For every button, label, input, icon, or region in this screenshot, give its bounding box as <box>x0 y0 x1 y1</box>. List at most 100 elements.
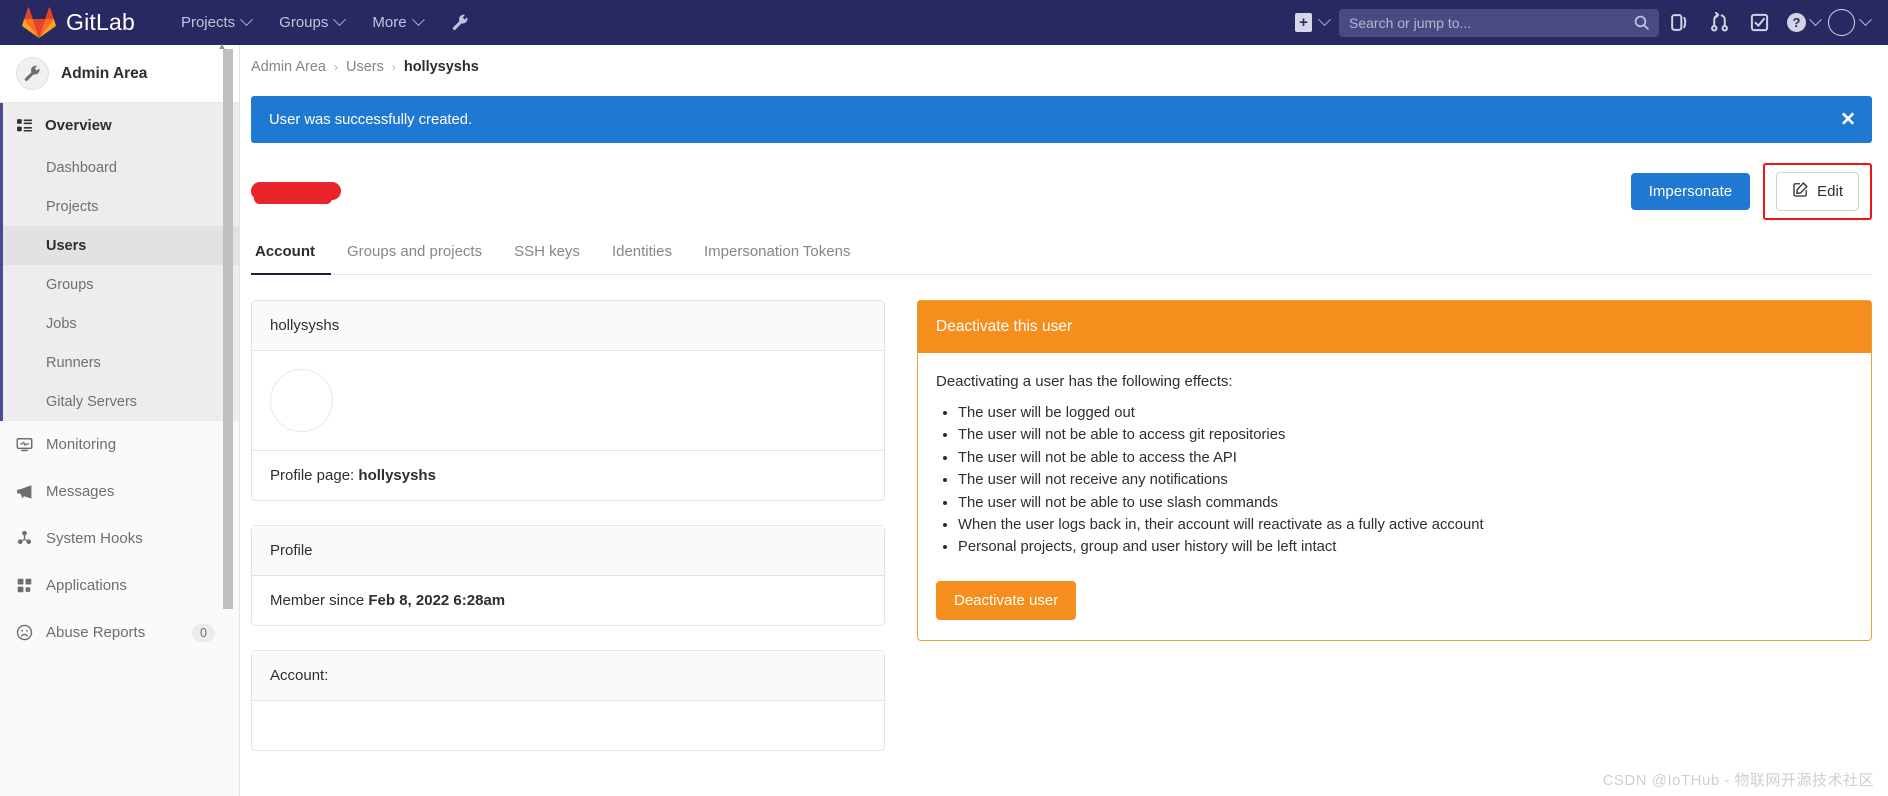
list-item: The user will not be able to use slash c… <box>958 492 1853 514</box>
deactivate-card-header: Deactivate this user <box>918 301 1871 353</box>
edit-button-highlight: Edit <box>1763 162 1872 220</box>
issues-icon[interactable] <box>1659 0 1699 45</box>
header-actions: Impersonate Edit <box>1630 162 1872 220</box>
sidebar-item-monitoring-label: Monitoring <box>46 436 117 453</box>
sidebar-item-projects[interactable]: Projects <box>0 187 239 226</box>
edit-button[interactable]: Edit <box>1776 171 1859 211</box>
user-menu-button[interactable] <box>1828 9 1888 36</box>
redacted-username <box>251 182 341 204</box>
member-since-value: Feb 8, 2022 6:28am <box>368 592 506 609</box>
scroll-up-arrow-icon[interactable]: ▲ <box>217 41 227 51</box>
sidebar-group-overview: Overview Dashboard Projects Users Groups… <box>0 103 239 421</box>
todos-icon[interactable] <box>1739 0 1779 45</box>
tab-identities[interactable]: Identities <box>596 233 688 275</box>
breadcrumb-current: hollysyshs <box>403 59 479 75</box>
list-item: The user will not receive any notificati… <box>958 469 1853 491</box>
apps-grid-icon <box>16 577 33 594</box>
merge-requests-icon[interactable] <box>1699 0 1739 45</box>
chevron-down-icon <box>333 13 347 27</box>
admin-wrench-button[interactable] <box>451 13 470 32</box>
search-input[interactable]: Search or jump to... <box>1339 8 1659 37</box>
user-card: hollysyshs Profile page: hollysyshs <box>251 300 885 501</box>
sidebar-item-groups[interactable]: Groups <box>0 265 239 304</box>
member-since-label: Member since <box>270 592 365 609</box>
sidebar-item-system-hooks[interactable]: System Hooks <box>0 515 239 562</box>
close-icon[interactable]: ✕ <box>1840 110 1856 129</box>
new-item-button[interactable]: + <box>1295 13 1331 32</box>
sidebar-header[interactable]: Admin Area <box>0 45 239 103</box>
deactivate-effects-list: The user will be logged out The user wil… <box>958 402 1853 559</box>
gitlab-brand-title: GitLab <box>66 9 135 35</box>
chevron-down-icon <box>1809 13 1822 27</box>
sidebar-item-runners[interactable]: Runners <box>0 343 239 382</box>
nav-item-groups-label: Groups <box>279 14 329 31</box>
breadcrumb-separator: › <box>333 60 338 74</box>
sidebar-item-abuse-reports[interactable]: Abuse Reports 0 <box>0 609 239 656</box>
left-column: hollysyshs Profile page: hollysyshs Prof… <box>251 300 885 775</box>
breadcrumb: Admin Area › Users › hollysyshs <box>240 45 1888 75</box>
sidebar-title: Admin Area <box>61 64 148 82</box>
nav-item-more[interactable]: More <box>358 0 436 45</box>
sidebar-item-jobs[interactable]: Jobs <box>0 304 239 343</box>
wrench-icon <box>16 57 49 90</box>
account-tabs: Account Groups and projects SSH keys Ide… <box>251 233 1872 275</box>
edit-button-label: Edit <box>1817 182 1843 200</box>
sidebar-item-overview-label: Overview <box>45 117 112 134</box>
gitlab-fox-logo-icon[interactable] <box>22 6 56 39</box>
sidebar-scrollbar-thumb[interactable]: ▲ <box>218 41 233 609</box>
list-item: When the user logs back in, their accoun… <box>958 514 1853 536</box>
breadcrumb-admin-area[interactable]: Admin Area <box>251 59 326 75</box>
success-alert: User was successfully created. ✕ <box>251 96 1872 143</box>
top-nav-menu: Projects Groups More <box>167 0 437 45</box>
profile-card: Profile Member since Feb 8, 2022 6:28am <box>251 525 885 626</box>
sidebar-item-messages[interactable]: Messages <box>0 468 239 515</box>
member-since-row: Member since Feb 8, 2022 6:28am <box>252 576 884 625</box>
profile-page-row: Profile page: hollysyshs <box>252 450 884 500</box>
nav-item-more-label: More <box>372 14 407 31</box>
sidebar-item-system-hooks-label: System Hooks <box>46 530 143 547</box>
chevron-down-icon <box>1318 13 1331 27</box>
user-card-body <box>252 351 884 450</box>
nav-item-projects[interactable]: Projects <box>167 0 265 45</box>
question-circle-icon: ? <box>1787 13 1806 32</box>
sidebar-item-applications[interactable]: Applications <box>0 562 239 609</box>
profile-card-header: Profile <box>252 526 884 576</box>
main-content: Admin Area › Users › hollysyshs User was… <box>240 45 1888 796</box>
account-card-header: Account: <box>252 651 884 701</box>
deactivate-user-button[interactable]: Deactivate user <box>936 580 1077 620</box>
tab-groups-and-projects[interactable]: Groups and projects <box>331 233 498 275</box>
tab-account[interactable]: Account <box>251 233 331 275</box>
avatar <box>1828 9 1855 36</box>
nav-item-groups[interactable]: Groups <box>265 0 358 45</box>
sidebar-item-messages-label: Messages <box>46 483 115 500</box>
sidebar-item-users-label: Users <box>46 237 87 254</box>
sidebar-item-monitoring[interactable]: Monitoring <box>0 421 239 468</box>
help-button[interactable]: ? <box>1779 13 1828 32</box>
sidebar-item-dashboard-label: Dashboard <box>46 159 117 176</box>
list-item: The user will not be able to access the … <box>958 447 1853 469</box>
search-placeholder: Search or jump to... <box>1349 14 1472 31</box>
sidebar-item-overview[interactable]: Overview <box>0 103 239 148</box>
right-column: Deactivate this user Deactivating a user… <box>917 300 1872 775</box>
sidebar-item-users[interactable]: Users <box>0 226 239 265</box>
tab-impersonation-tokens[interactable]: Impersonation Tokens <box>688 233 866 275</box>
admin-sidebar: Admin Area Overview Dashboard Projects U… <box>0 41 240 796</box>
sidebar-item-dashboard[interactable]: Dashboard <box>0 148 239 187</box>
sidebar-item-jobs-label: Jobs <box>46 315 77 332</box>
chevron-down-icon <box>1859 13 1872 27</box>
sidebar-item-gitaly-servers[interactable]: Gitaly Servers <box>0 382 239 421</box>
sidebar-item-gitaly-servers-label: Gitaly Servers <box>46 393 138 410</box>
impersonate-button[interactable]: Impersonate <box>1630 172 1751 210</box>
profile-page-value[interactable]: hollysyshs <box>358 467 436 484</box>
user-avatar-large <box>270 369 333 432</box>
hook-icon <box>16 530 33 547</box>
chevron-down-icon <box>411 13 425 27</box>
list-item: The user will not be able to access git … <box>958 424 1853 446</box>
alert-message: User was successfully created. <box>269 111 473 128</box>
breadcrumb-users[interactable]: Users <box>346 59 384 75</box>
user-card-header: hollysyshs <box>252 301 884 351</box>
sidebar-item-abuse-reports-label: Abuse Reports <box>46 624 146 641</box>
account-card-body <box>252 701 884 750</box>
nav-item-projects-label: Projects <box>180 14 236 31</box>
tab-ssh-keys[interactable]: SSH keys <box>498 233 596 275</box>
